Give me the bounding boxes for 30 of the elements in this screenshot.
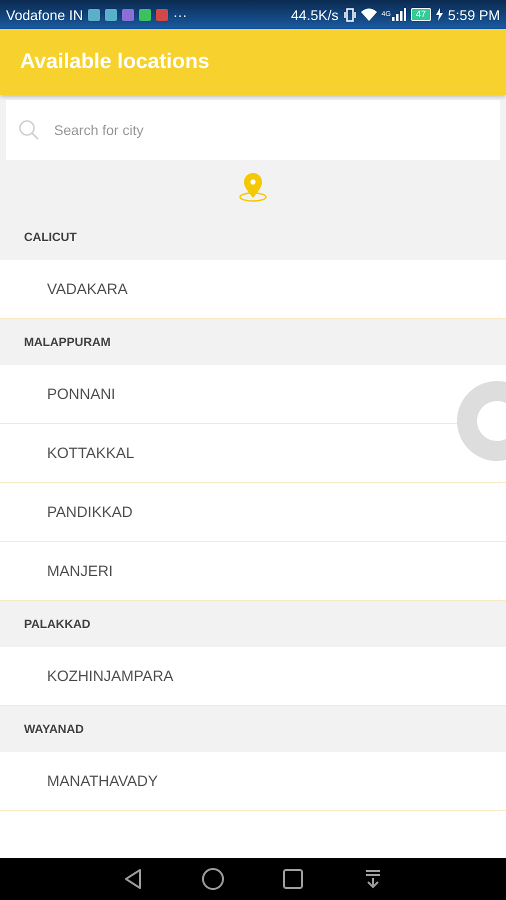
notification-icon: [105, 8, 118, 20]
app-title: Available locations: [20, 50, 210, 74]
city-item[interactable]: KOTTAKKAL: [0, 424, 506, 483]
city-item[interactable]: KOZHINJAMPARA: [0, 647, 506, 706]
city-item[interactable]: PANDIKKAD: [0, 483, 506, 542]
notification-icon: [156, 8, 168, 20]
notification-icon: [88, 8, 100, 20]
signal-icon: [392, 8, 406, 21]
battery-level: 47: [410, 8, 431, 21]
more-notifications: ···: [173, 6, 188, 22]
clock: 5:59 PM: [448, 6, 500, 22]
city-item[interactable]: PONNANI: [0, 365, 506, 424]
district-header: CALICUT: [24, 230, 77, 244]
notification-icon: [122, 8, 134, 20]
home-icon: [201, 867, 225, 891]
search-field[interactable]: Search for city: [6, 100, 500, 160]
city-item[interactable]: MANJERI: [0, 542, 506, 601]
recents-icon: [281, 867, 305, 891]
district-header: WAYANAD: [24, 722, 84, 736]
notification-icon: [139, 8, 152, 20]
charging-icon: [436, 8, 443, 21]
district-header: PALAKKAD: [24, 617, 90, 631]
vibrate-icon: [344, 8, 356, 22]
city-item[interactable]: MANATHAVADY: [0, 752, 506, 811]
network-speed: 44.5K/s: [291, 6, 338, 22]
district-header: MALAPPURAM: [24, 335, 111, 349]
wifi-icon: [360, 8, 376, 21]
city-item[interactable]: VADAKARA: [0, 260, 506, 319]
carrier-name: Vodafone IN: [6, 6, 84, 22]
location-pin-icon: [238, 172, 268, 202]
